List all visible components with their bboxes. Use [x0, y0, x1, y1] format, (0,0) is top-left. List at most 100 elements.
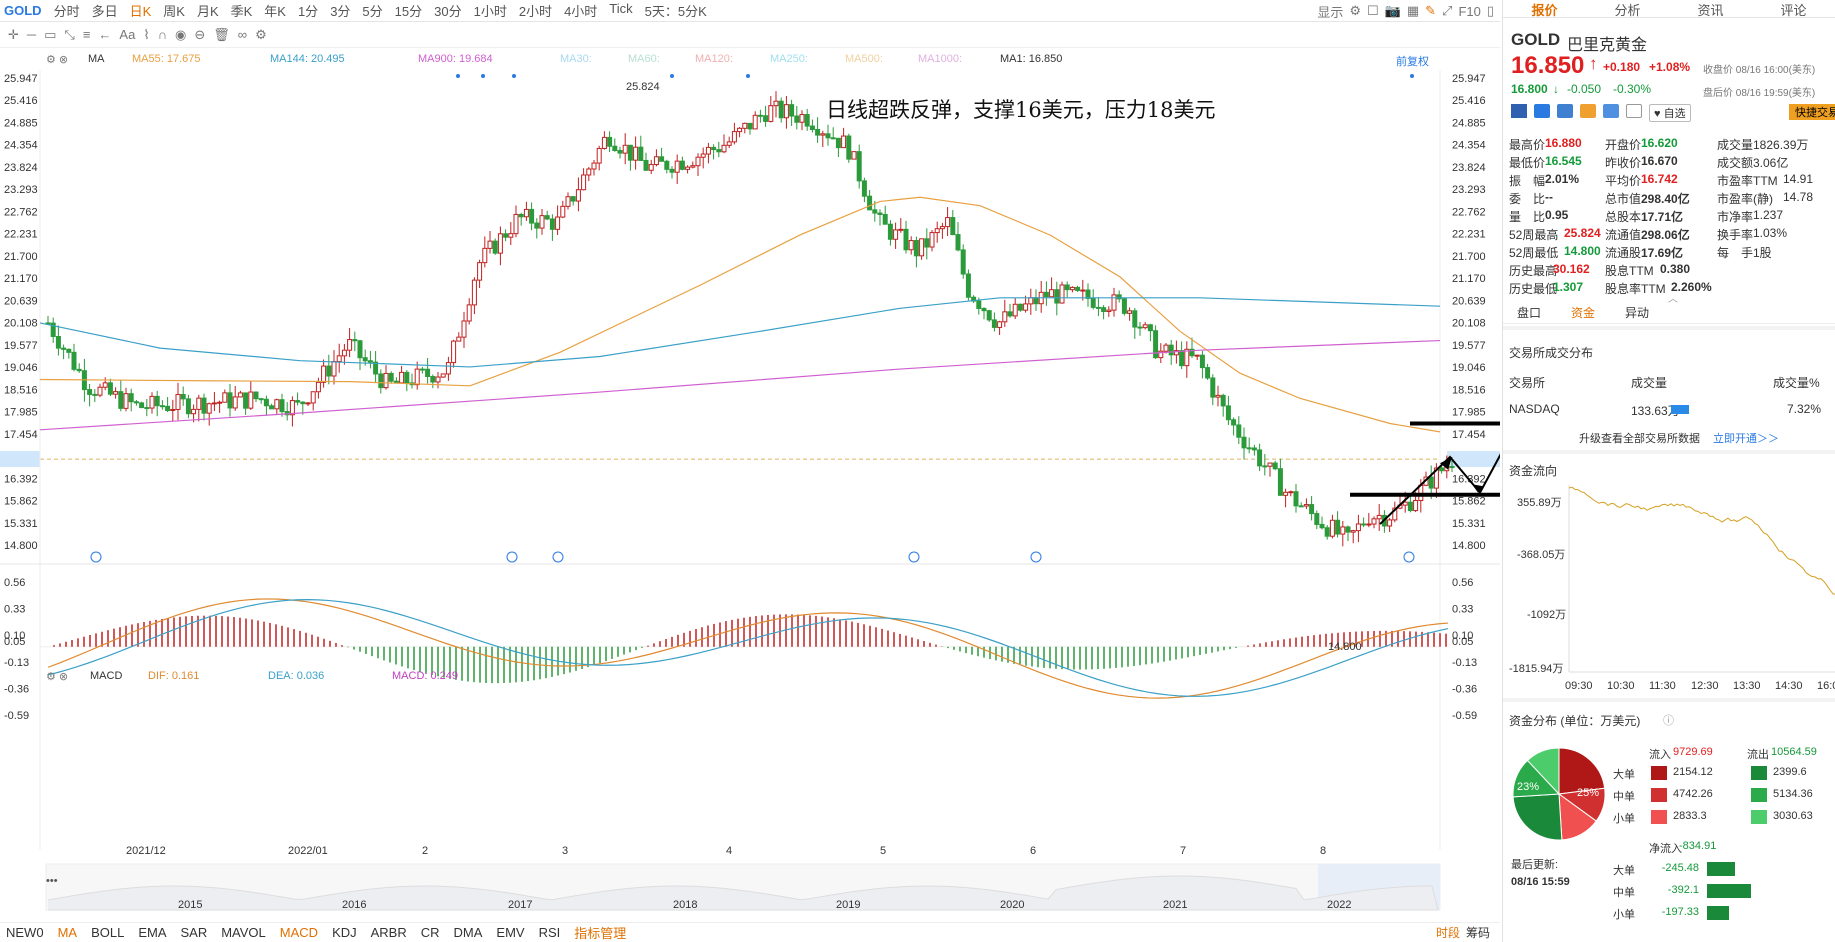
indicator-12[interactable]: RSI	[539, 925, 561, 940]
eye-icon[interactable]: ◉	[175, 27, 186, 43]
s-icon[interactable]	[1557, 104, 1573, 118]
candle-body	[180, 394, 186, 400]
brush-icon[interactable]: ⌇	[143, 27, 149, 43]
price-axis-label: 21.700	[1452, 251, 1486, 263]
candle-body	[357, 340, 363, 359]
layout-icon[interactable]: ▦	[1407, 3, 1419, 19]
text-tool-icon[interactable]: Aa	[119, 27, 135, 42]
camera-icon[interactable]: 📷	[1385, 3, 1401, 19]
line-tool-icon[interactable]: ─	[27, 27, 36, 42]
app-icon[interactable]	[1534, 104, 1550, 118]
time-range-button[interactable]: 时段	[1436, 924, 1460, 941]
candle-body	[1225, 405, 1231, 421]
candle-body	[331, 361, 337, 377]
indicator-8[interactable]: ARBR	[371, 925, 407, 940]
adjust-button[interactable]: 前复权	[1396, 53, 1429, 69]
candle-body	[960, 249, 966, 275]
help-icon[interactable]: ⓘ	[1663, 712, 1674, 728]
period-tab-2[interactable]: 日K	[124, 1, 158, 20]
indicator-6[interactable]: MACD	[280, 925, 318, 940]
square-icon[interactable]: ☐	[1367, 3, 1379, 19]
indicator-13[interactable]: 指标管理	[574, 923, 626, 942]
note-icon[interactable]	[1626, 104, 1642, 118]
settings-icon[interactable]: ⚙	[255, 27, 267, 43]
chart-icon[interactable]	[1580, 104, 1596, 118]
link-icon[interactable]: ∞	[238, 27, 247, 42]
magnet-icon[interactable]: ∩	[158, 27, 167, 42]
period-tab-13[interactable]: 2小时	[513, 1, 558, 20]
candle-body	[768, 105, 774, 122]
tab-quote[interactable]: 报价	[1503, 0, 1586, 18]
overview-year-label: 2017	[508, 899, 532, 911]
period-tab-5[interactable]: 季K	[225, 1, 259, 20]
period-tab-4[interactable]: 月K	[191, 1, 225, 20]
trash-icon[interactable]: 🗑	[213, 27, 230, 43]
rect-tool-icon[interactable]: ▭	[44, 27, 56, 43]
period-tab-11[interactable]: 30分	[428, 1, 467, 20]
pencil-icon[interactable]: ✎	[1425, 3, 1436, 19]
indicator-10[interactable]: DMA	[454, 925, 483, 940]
tab-analysis[interactable]: 分析	[1586, 0, 1669, 18]
watchlist-button[interactable]: ♥ 自选	[1649, 104, 1691, 122]
indicator-0[interactable]: NEW0	[6, 925, 44, 940]
gear-icon[interactable]: ⚙	[1349, 3, 1361, 19]
macd-settings-icon[interactable]: ⚙ ⊗	[46, 670, 68, 683]
period-tab-10[interactable]: 15分	[389, 1, 428, 20]
lock-icon[interactable]: ⊖	[194, 27, 205, 43]
flag-icon[interactable]	[1511, 104, 1527, 118]
chips-button[interactable]: 筹码	[1466, 924, 1490, 941]
indicator-11[interactable]: EMV	[496, 925, 524, 940]
candle-body	[1428, 476, 1434, 489]
indicator-1[interactable]: MA	[58, 925, 78, 940]
crosshair-icon[interactable]: ✛	[8, 27, 19, 43]
fib-tool-icon[interactable]: ≡	[83, 27, 91, 42]
stat-value: 17.71亿	[1641, 210, 1684, 224]
period-tab-16[interactable]: 5天：5分K	[639, 1, 713, 20]
candle-body	[336, 355, 342, 363]
symbol-label[interactable]: GOLD	[4, 3, 42, 18]
candle-body	[253, 391, 259, 400]
price-axis-label-left: 23.293	[4, 184, 38, 196]
f10-button[interactable]: F10	[1458, 4, 1480, 19]
candlestick-chart[interactable]: 25.947 25.947 25.416 25.416 24.885 24.885 24.3…	[0, 70, 1500, 922]
tab-changes[interactable]: 异动	[1625, 304, 1649, 321]
price-axis-label: 20.108	[1452, 318, 1486, 330]
path-tool-icon[interactable]: ⤡	[64, 27, 74, 43]
tab-news[interactable]: 资讯	[1669, 0, 1752, 18]
candle-body	[705, 146, 711, 155]
period-tab-8[interactable]: 3分	[324, 1, 356, 20]
period-tab-3[interactable]: 周K	[157, 1, 191, 20]
period-tab-12[interactable]: 1小时	[468, 1, 513, 20]
indicator-4[interactable]: SAR	[180, 925, 207, 940]
stat-value: 3.06亿	[1753, 156, 1789, 170]
arrow-tool-icon[interactable]: ←	[98, 27, 111, 42]
period-tab-9[interactable]: 5分	[356, 1, 388, 20]
period-tab-1[interactable]: 多日	[86, 1, 124, 20]
period-tab-6[interactable]: 年K	[258, 1, 292, 20]
quick-trade-button[interactable]: 快捷交易	[1789, 104, 1835, 120]
period-tab-0[interactable]: 分时	[48, 1, 86, 20]
stat-label: 最高价	[1509, 138, 1546, 152]
panel-toggle-icon[interactable]: ▯	[1487, 3, 1494, 19]
period-tab-15[interactable]: Tick	[603, 1, 638, 20]
candle-body	[674, 160, 680, 173]
upgrade-link[interactable]: 立即开通＞＞	[1713, 430, 1779, 446]
tab-comments[interactable]: 评论	[1752, 0, 1835, 18]
tab-book[interactable]: 盘口	[1517, 304, 1541, 321]
ma-label[interactable]: MA	[88, 53, 105, 65]
indicator-2[interactable]: BOLL	[91, 925, 124, 940]
tab-funds[interactable]: 资金	[1571, 304, 1595, 321]
tag-icon[interactable]	[1603, 104, 1619, 118]
indicator-3[interactable]: EMA	[138, 925, 166, 940]
period-tab-14[interactable]: 4小时	[558, 1, 603, 20]
settings-icon[interactable]: ⚙ ⊗	[46, 53, 68, 66]
candle-body	[87, 389, 93, 395]
macd-label[interactable]: MACD	[90, 670, 122, 682]
stat-value: 2.01%	[1545, 172, 1580, 186]
indicator-5[interactable]: MAVOL	[221, 925, 266, 940]
fullscreen-icon[interactable]: ⤢	[1442, 3, 1452, 19]
indicator-9[interactable]: CR	[421, 925, 440, 940]
display-button[interactable]: 显示	[1317, 2, 1343, 21]
indicator-7[interactable]: KDJ	[332, 925, 357, 940]
period-tab-7[interactable]: 1分	[292, 1, 324, 20]
